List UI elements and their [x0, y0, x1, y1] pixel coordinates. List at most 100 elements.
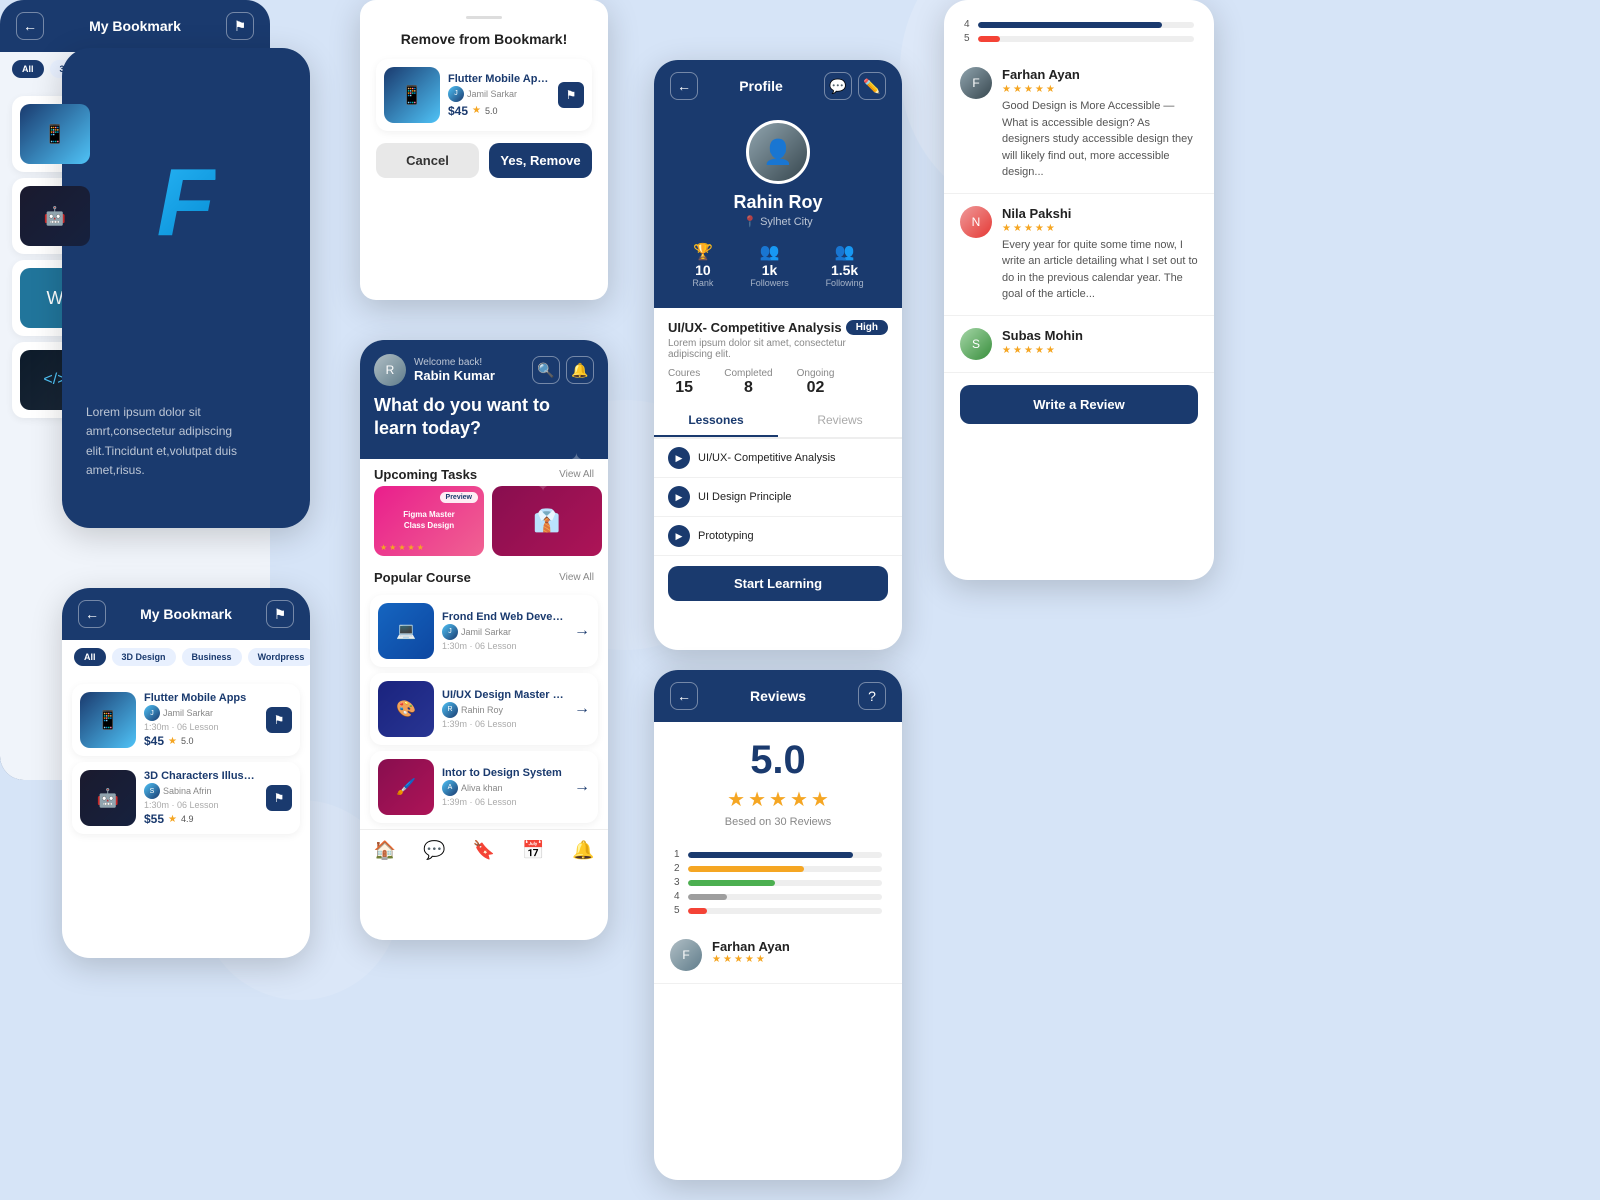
username-text: Rabin Kumar	[414, 368, 495, 383]
reviewer-avatar: N	[960, 206, 992, 238]
tab-chat[interactable]: 💬	[423, 840, 445, 861]
play-button[interactable]: ▶	[668, 486, 690, 508]
courses-count: 15	[668, 379, 700, 397]
course-meta: 1:30m · 06 Lesson	[144, 800, 258, 810]
play-button[interactable]: ▶	[668, 447, 690, 469]
task-card-1[interactable]: Figma MasterClass Design Preview ★★★★★	[374, 486, 484, 556]
view-all-popular[interactable]: View All	[559, 572, 594, 583]
list-item: 📱 Flutter Mobile Apps J Jamil Sarkar 1:3…	[72, 684, 300, 756]
bar-label: 5	[964, 33, 972, 44]
popular-course-list: 💻 Frond End Web Development J Jamil Sark…	[360, 595, 608, 823]
phone-dashboard: R Welcome back! Rabin Kumar 🔍 🔔 What do …	[360, 340, 608, 940]
course-thumbnail: 🖌️	[378, 759, 434, 815]
course-meta: 1:30m · 06 Lesson	[144, 722, 258, 732]
list-item: 🤖 3D Characters Illustra... S Sabina Afr…	[72, 762, 300, 834]
lesson-title: Prototyping	[698, 530, 754, 542]
course-title: Flutter Mobile Apps	[448, 73, 550, 85]
stat-followers: 👥 1k Followers	[750, 242, 789, 288]
rating-bar-row: 5	[964, 33, 1194, 44]
filter-all[interactable]: All	[12, 60, 44, 78]
filter-3d[interactable]: 3D Design	[112, 648, 176, 666]
author-avatar: J	[144, 705, 160, 721]
list-item: 💻 Frond End Web Development J Jamil Sark…	[370, 595, 598, 667]
start-learning-button[interactable]: Start Learning	[668, 566, 888, 601]
course-meta: 1:39m · 06 Lesson	[442, 797, 566, 807]
write-review-button[interactable]: Write a Review	[960, 385, 1198, 424]
bar-bg	[688, 894, 882, 900]
arrow-icon[interactable]: →	[574, 700, 590, 718]
filter-business[interactable]: Business	[182, 648, 242, 666]
profile-stats: 🏆 10 Rank 👥 1k Followers 👥 1.5k Followin…	[654, 242, 902, 288]
bar-label: 4	[674, 891, 682, 902]
bookmark-icon-btn[interactable]: ⚑	[266, 600, 294, 628]
bookmark-icon-btn[interactable]: ⚑	[226, 12, 254, 40]
course-title: Intor to Design System	[442, 767, 566, 779]
arrow-icon[interactable]: →	[574, 778, 590, 796]
bookmark-btn[interactable]: ⚑	[558, 82, 584, 108]
back-button[interactable]: ←	[670, 682, 698, 710]
course-title: Frond End Web Development	[442, 611, 566, 623]
confirm-remove-button[interactable]: Yes, Remove	[489, 143, 592, 178]
greeting-text: Welcome back!	[414, 357, 495, 368]
modal-title: Remove from Bookmark!	[376, 31, 592, 47]
rating-summary: 5.0 ★ ★ ★ ★ ★ Besed on 30 Reviews	[654, 722, 902, 838]
stat-rank: 🏆 10 Rank	[692, 242, 713, 288]
course-author: S Sabina Afrin	[144, 783, 258, 799]
notification-button[interactable]: 🔔	[566, 356, 594, 384]
filter-wp[interactable]: Wordpress	[248, 648, 310, 666]
rating-bar-row: 3	[674, 877, 882, 888]
modal-content: Remove from Bookmark! 📱 Flutter Mobile A…	[360, 0, 608, 194]
rating-star: ★	[168, 736, 177, 747]
rating-based: Besed on 30 Reviews	[668, 816, 888, 828]
tab-calendar[interactable]: 📅	[522, 840, 544, 861]
course-info: Flutter Mobile Apps J Jamil Sarkar $45 ★…	[448, 73, 550, 118]
reviewer-avatar: F	[670, 939, 702, 971]
list-item: ▶ Prototyping	[654, 517, 902, 556]
tab-reviews[interactable]: Reviews	[778, 405, 902, 437]
search-button[interactable]: 🔍	[532, 356, 560, 384]
back-button[interactable]: ←	[78, 600, 106, 628]
popular-title: Popular Course	[374, 570, 471, 585]
cancel-button[interactable]: Cancel	[376, 143, 479, 178]
rating-stars: ★ ★ ★ ★ ★	[668, 787, 888, 812]
course-price: $55	[144, 812, 164, 826]
bookmark-btn[interactable]: ⚑	[266, 707, 292, 733]
edit-button[interactable]: ✏️	[858, 72, 886, 100]
course-thumbnail: 📱	[80, 692, 136, 748]
popular-course-section: Popular Course View All	[360, 562, 608, 589]
tab-notification[interactable]: 🔔	[572, 840, 594, 861]
tab-home[interactable]: 🏠	[374, 840, 396, 861]
question-text: What do you want to learn today?	[374, 394, 594, 441]
lesson-title: UI/UX- Competitive Analysis	[698, 452, 836, 464]
reviewer-name: Farhan Ayan	[1002, 67, 1198, 82]
author-avatar: J	[448, 86, 464, 102]
tab-bookmark[interactable]: 🔖	[473, 840, 495, 861]
phone-bookmark-small: ← My Bookmark ⚑ All 3D Design Business W…	[62, 588, 310, 958]
author-avatar: A	[442, 780, 458, 796]
course-title: UI/UX Design Master System	[442, 689, 566, 701]
bookmark-btn[interactable]: ⚑	[266, 785, 292, 811]
help-button[interactable]: ?	[858, 682, 886, 710]
reviews-title: Reviews	[750, 688, 806, 704]
back-button[interactable]: ←	[16, 12, 44, 40]
filter-all[interactable]: All	[74, 648, 106, 666]
task-stars: ★★★★★	[380, 543, 424, 552]
rank-label: Rank	[692, 278, 713, 288]
course-info: Intor to Design System A Aliva khan 1:39…	[442, 767, 566, 807]
task-card-2[interactable]: 👔	[492, 486, 602, 556]
review-item: S Subas Mohin ★★★★★	[944, 316, 1214, 373]
reviewer-details: Farhan Ayan ★★★★★ Good Design is More Ac…	[1002, 67, 1198, 181]
lesson-title: UI Design Principle	[698, 491, 792, 503]
bar-label: 4	[964, 19, 972, 30]
phone-remove-bookmark: Remove from Bookmark! 📱 Flutter Mobile A…	[360, 0, 608, 300]
upcoming-title: Upcoming Tasks	[374, 467, 477, 482]
arrow-icon[interactable]: →	[574, 622, 590, 640]
reviewers-list: F Farhan Ayan ★★★★★ Good Design is More …	[944, 55, 1214, 373]
author-avatar: J	[442, 624, 458, 640]
message-button[interactable]: 💬	[824, 72, 852, 100]
back-button[interactable]: ←	[670, 72, 698, 100]
tab-lessons[interactable]: Lessones	[654, 405, 778, 437]
profile-avatar: 👤	[746, 120, 810, 184]
play-button[interactable]: ▶	[668, 525, 690, 547]
app-logo: F	[157, 148, 216, 258]
